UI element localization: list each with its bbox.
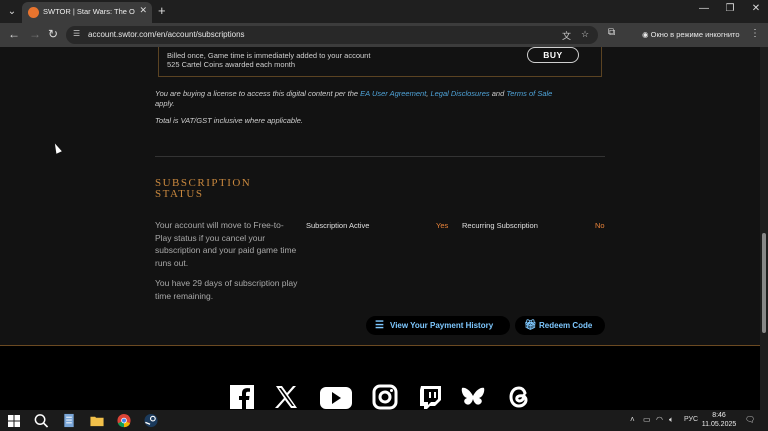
billing-info: Billed once, Game time is immediately ad…	[167, 51, 370, 69]
subscription-offer-card: Billed once, Game time is immediately ad…	[158, 47, 602, 77]
free-to-play-notice: Your account will move to Free-to-Play s…	[155, 220, 297, 268]
bookmark-star-icon[interactable]: ☆	[581, 29, 589, 40]
subscription-active-label: Subscription Active	[306, 221, 370, 230]
threads-icon[interactable]	[506, 384, 532, 410]
new-tab-plus-icon[interactable]: +	[158, 3, 166, 18]
recurring-subscription-value: No	[595, 221, 605, 230]
buy-button[interactable]: BUY	[527, 47, 579, 63]
page-content: Billed once, Game time is immediately ad…	[0, 47, 760, 410]
bluesky-icon[interactable]	[460, 384, 486, 410]
redeem-code-button[interactable]: 🎁︎ Redeem Code	[515, 316, 605, 335]
reload-icon[interactable]: ↻	[48, 27, 58, 41]
remaining-time-text: You have 29 days of subscription play ti…	[155, 278, 298, 301]
language-indicator[interactable]: РУС	[684, 416, 698, 423]
notepad-icon[interactable]	[61, 413, 77, 428]
page-scrollbar[interactable]	[760, 47, 768, 410]
search-icon[interactable]	[33, 413, 49, 428]
redeem-code-label: Redeem Code	[539, 321, 593, 330]
gift-icon: 🎁︎	[524, 320, 537, 331]
facebook-icon[interactable]	[229, 384, 255, 410]
incognito-indicator[interactable]: ◉ Окно в режиме инкогнито	[634, 26, 744, 44]
browser-menu-icon[interactable]: ⋮	[750, 28, 760, 39]
notifications-icon[interactable]: 🗨︎	[745, 415, 755, 424]
twitch-icon[interactable]	[417, 384, 443, 410]
close-window-icon[interactable]: ✕	[744, 3, 768, 14]
maximize-icon[interactable]: ❐	[718, 3, 742, 14]
browser-tab[interactable]: SWTOR | Star Wars: The Old Re ✕	[22, 2, 152, 23]
license-suffix: apply.	[155, 98, 175, 108]
battery-icon[interactable]: ▭	[643, 415, 651, 424]
youtube-icon[interactable]	[319, 384, 353, 410]
system-clock[interactable]: 8:46 11.05.2025	[700, 411, 738, 429]
billing-line-2: 525 Cartel Coins awarded each month	[167, 60, 295, 69]
mouse-cursor	[52, 142, 62, 154]
incognito-icon: ◉	[642, 30, 651, 39]
terms-of-sale-link[interactable]: Terms of Sale	[506, 89, 552, 98]
ea-user-agreement-link[interactable]: EA User Agreement	[360, 89, 426, 98]
scrollbar-thumb[interactable]	[762, 233, 766, 333]
view-payment-history-button[interactable]: ☰ View Your Payment History	[366, 316, 510, 335]
license-prefix: You are buying a license to access this …	[155, 89, 361, 98]
instagram-icon[interactable]	[372, 384, 398, 410]
incognito-label: Окно в режиме инкогнито	[650, 30, 740, 39]
clock-time: 8:46	[712, 412, 726, 419]
browser-toolbar: ← → ↻ ☰ account.swtor.com/en/account/sub…	[0, 23, 768, 47]
tray-chevron-icon[interactable]: ˄	[630, 415, 635, 424]
section-divider	[155, 156, 605, 157]
clock-date: 11.05.2025	[701, 421, 737, 428]
license-sep2: and	[489, 89, 507, 98]
steam-icon[interactable]	[143, 413, 159, 428]
license-text: You are buying a license to access this …	[155, 89, 605, 108]
list-icon: ☰	[375, 320, 384, 331]
file-explorer-icon[interactable]	[89, 413, 105, 428]
legal-disclosures-link[interactable]: Legal Disclosures	[430, 89, 489, 98]
payment-history-label: View Your Payment History	[390, 321, 494, 330]
translate-icon[interactable]: 文	[562, 29, 571, 42]
billing-line-1: Billed once, Game time is immediately ad…	[167, 51, 371, 60]
page-footer	[0, 346, 760, 410]
extensions-icon[interactable]: ⧉	[608, 27, 615, 38]
vat-notice: Total is VAT/GST inclusive where applica…	[155, 116, 303, 125]
url-text: account.swtor.com/en/account/subscriptio…	[88, 30, 245, 39]
x-twitter-icon[interactable]	[273, 384, 299, 410]
forward-icon[interactable]: →	[29, 27, 41, 41]
browser-tab-bar: ⌄ SWTOR | Star Wars: The Old Re ✕ + — ❐ …	[0, 0, 768, 23]
subscription-status-heading: SUBSCRIPTION STATUS	[155, 178, 275, 200]
swtor-favicon-icon	[28, 7, 39, 18]
windows-start-icon[interactable]	[8, 415, 20, 427]
windows-taskbar: ˄ ▭ ◠ 🔈︎ РУС 8:46 11.05.2025 🗨︎	[0, 410, 768, 431]
back-icon[interactable]: ←	[8, 27, 20, 41]
subscription-active-value: Yes	[436, 221, 449, 230]
volume-icon[interactable]: 🔈︎	[669, 415, 674, 425]
heading-line-2: STATUS	[155, 188, 204, 200]
tab-title: SWTOR | Star Wars: The Old Re	[43, 7, 135, 16]
minimize-icon[interactable]: —	[692, 3, 716, 14]
recurring-subscription-label: Recurring Subscription	[462, 221, 538, 230]
wifi-icon[interactable]: ◠	[656, 415, 663, 424]
chrome-icon[interactable]	[116, 413, 132, 428]
address-bar[interactable]: ☰ account.swtor.com/en/account/subscript…	[66, 26, 598, 44]
site-info-icon[interactable]: ☰	[73, 29, 80, 38]
tab-search-chevron-icon[interactable]: ⌄	[4, 4, 20, 20]
tab-close-icon[interactable]: ✕	[139, 5, 147, 16]
